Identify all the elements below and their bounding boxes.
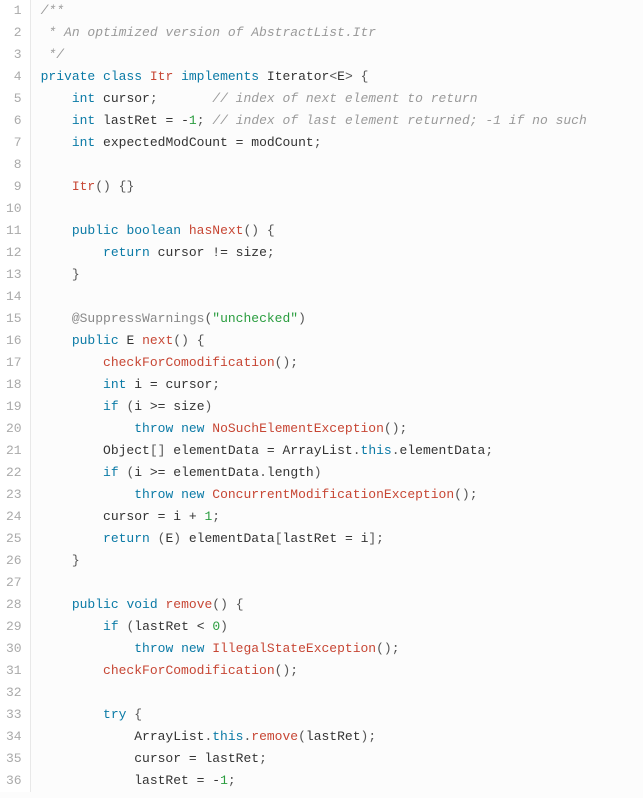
code-line: Object[] elementData = ArrayList.this.el… bbox=[41, 440, 643, 462]
code-line: cursor = lastRet; bbox=[41, 748, 643, 770]
code-line: return cursor != size; bbox=[41, 242, 643, 264]
code-content[interactable]: /** * An optimized version of AbstractLi… bbox=[31, 0, 643, 792]
code-line: int i = cursor; bbox=[41, 374, 643, 396]
line-number: 10 bbox=[6, 198, 22, 220]
line-number: 14 bbox=[6, 286, 22, 308]
code-line: checkForComodification(); bbox=[41, 660, 643, 682]
line-number: 20 bbox=[6, 418, 22, 440]
line-number: 6 bbox=[6, 110, 22, 132]
code-line: throw new IllegalStateException(); bbox=[41, 638, 643, 660]
line-number: 34 bbox=[6, 726, 22, 748]
code-line bbox=[41, 682, 643, 704]
code-line bbox=[41, 154, 643, 176]
line-number: 4 bbox=[6, 66, 22, 88]
code-line bbox=[41, 572, 643, 594]
line-number: 9 bbox=[6, 176, 22, 198]
code-line: @SuppressWarnings("unchecked") bbox=[41, 308, 643, 330]
line-number: 21 bbox=[6, 440, 22, 462]
code-line: return (E) elementData[lastRet = i]; bbox=[41, 528, 643, 550]
code-line: public void remove() { bbox=[41, 594, 643, 616]
line-number: 23 bbox=[6, 484, 22, 506]
code-line: public boolean hasNext() { bbox=[41, 220, 643, 242]
code-line: public E next() { bbox=[41, 330, 643, 352]
code-line: } bbox=[41, 264, 643, 286]
code-line: if (lastRet < 0) bbox=[41, 616, 643, 638]
code-line: try { bbox=[41, 704, 643, 726]
line-number: 33 bbox=[6, 704, 22, 726]
line-number-gutter: 1234567891011121314151617181920212223242… bbox=[0, 0, 31, 792]
code-line: */ bbox=[41, 44, 643, 66]
line-number: 1 bbox=[6, 0, 22, 22]
line-number: 3 bbox=[6, 44, 22, 66]
line-number: 29 bbox=[6, 616, 22, 638]
line-number: 13 bbox=[6, 264, 22, 286]
code-line: lastRet = -1; bbox=[41, 770, 643, 792]
code-line: if (i >= size) bbox=[41, 396, 643, 418]
code-line bbox=[41, 198, 643, 220]
line-number: 25 bbox=[6, 528, 22, 550]
code-line: ArrayList.this.remove(lastRet); bbox=[41, 726, 643, 748]
line-number: 35 bbox=[6, 748, 22, 770]
code-line: if (i >= elementData.length) bbox=[41, 462, 643, 484]
line-number: 27 bbox=[6, 572, 22, 594]
code-line: } bbox=[41, 550, 643, 572]
line-number: 28 bbox=[6, 594, 22, 616]
code-line: int cursor; // index of next element to … bbox=[41, 88, 643, 110]
line-number: 2 bbox=[6, 22, 22, 44]
code-line: int lastRet = -1; // index of last eleme… bbox=[41, 110, 643, 132]
code-line: private class Itr implements Iterator<E>… bbox=[41, 66, 643, 88]
line-number: 26 bbox=[6, 550, 22, 572]
line-number: 32 bbox=[6, 682, 22, 704]
code-line: * An optimized version of AbstractList.I… bbox=[41, 22, 643, 44]
line-number: 31 bbox=[6, 660, 22, 682]
code-line: checkForComodification(); bbox=[41, 352, 643, 374]
line-number: 12 bbox=[6, 242, 22, 264]
code-line bbox=[41, 286, 643, 308]
code-line: throw new NoSuchElementException(); bbox=[41, 418, 643, 440]
code-line: /** bbox=[41, 0, 643, 22]
line-number: 11 bbox=[6, 220, 22, 242]
line-number: 24 bbox=[6, 506, 22, 528]
code-line: throw new ConcurrentModificationExceptio… bbox=[41, 484, 643, 506]
line-number: 17 bbox=[6, 352, 22, 374]
code-line: cursor = i + 1; bbox=[41, 506, 643, 528]
line-number: 18 bbox=[6, 374, 22, 396]
code-block: 1234567891011121314151617181920212223242… bbox=[0, 0, 643, 792]
line-number: 22 bbox=[6, 462, 22, 484]
code-line: Itr() {} bbox=[41, 176, 643, 198]
line-number: 16 bbox=[6, 330, 22, 352]
line-number: 5 bbox=[6, 88, 22, 110]
line-number: 36 bbox=[6, 770, 22, 792]
line-number: 19 bbox=[6, 396, 22, 418]
line-number: 7 bbox=[6, 132, 22, 154]
code-line: int expectedModCount = modCount; bbox=[41, 132, 643, 154]
line-number: 30 bbox=[6, 638, 22, 660]
line-number: 8 bbox=[6, 154, 22, 176]
line-number: 15 bbox=[6, 308, 22, 330]
